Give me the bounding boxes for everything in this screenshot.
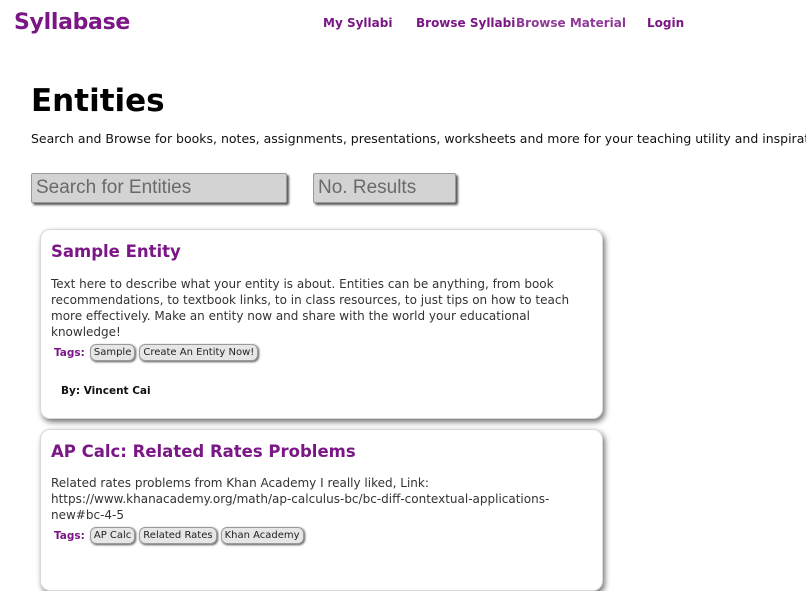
entity-description: Text here to describe what your entity i…: [51, 277, 570, 339]
page-description: Search and Browse for books, notes, assi…: [31, 131, 806, 146]
entity-title[interactable]: AP Calc: Related Rates Problems: [51, 442, 356, 461]
top-navbar: Syllabase My Syllabi Browse Syllabi Brow…: [0, 0, 806, 50]
entity-card: Sample Entity Text here to describe what…: [40, 229, 603, 419]
entity-description: Related rates problems from Khan Academy…: [51, 476, 550, 522]
page-title: Entities: [31, 83, 165, 119]
tags-row: Tags: Sample Create An Entity Now!: [54, 344, 259, 361]
tag-khan-academy[interactable]: Khan Academy: [220, 527, 304, 544]
tags-label: Tags:: [54, 529, 85, 542]
tags-label: Tags:: [54, 346, 85, 359]
tag-sample[interactable]: Sample: [89, 344, 136, 361]
nav-link-login[interactable]: Login: [647, 16, 684, 30]
tag-create-an-entity-now[interactable]: Create An Entity Now!: [139, 344, 259, 361]
search-entities-input[interactable]: [31, 173, 287, 203]
site-logo[interactable]: Syllabase: [14, 10, 130, 35]
number-of-results-input[interactable]: [313, 173, 456, 203]
tag-ap-calc[interactable]: AP Calc: [89, 527, 136, 544]
entity-card: AP Calc: Related Rates Problems Related …: [40, 429, 603, 591]
tag-related-rates[interactable]: Related Rates: [139, 527, 217, 544]
entity-author: By: Vincent Cai: [61, 385, 151, 397]
nav-link-browse-material[interactable]: Browse Material: [516, 16, 626, 30]
nav-link-browse-syllabi[interactable]: Browse Syllabi: [416, 16, 515, 30]
entity-title[interactable]: Sample Entity: [51, 242, 181, 261]
nav-link-my-syllabi[interactable]: My Syllabi: [323, 16, 392, 30]
tags-row: Tags: AP Calc Related Rates Khan Academy: [54, 527, 304, 544]
